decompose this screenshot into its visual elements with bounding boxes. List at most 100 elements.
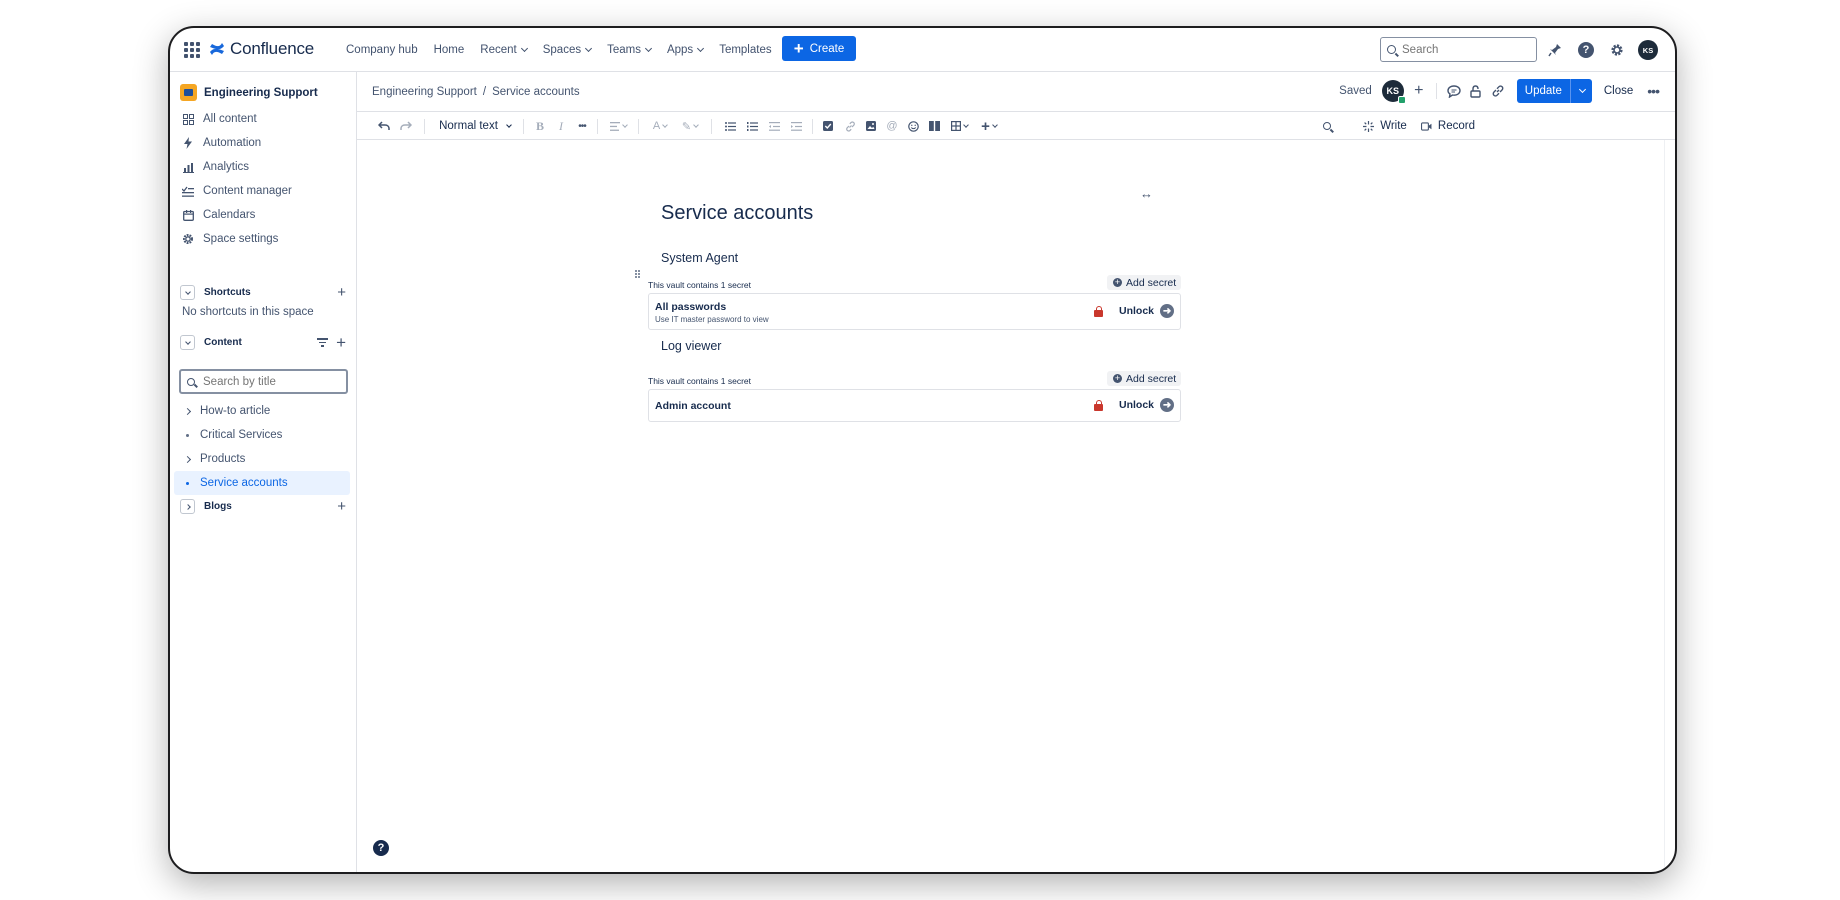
sidebar-item-content-manager[interactable]: Content manager	[182, 185, 292, 197]
help-button[interactable]: ?	[373, 840, 389, 856]
sidebar-item-analytics[interactable]: Analytics	[182, 161, 249, 173]
emoji-icon[interactable]	[906, 118, 920, 134]
sidebar-item-calendars[interactable]: Calendars	[182, 209, 255, 221]
confluence-logo[interactable]: Confluence	[208, 39, 314, 59]
close-button[interactable]: Close	[1604, 85, 1633, 97]
blogs-expand-button[interactable]	[180, 499, 195, 514]
comment-icon[interactable]	[1443, 80, 1465, 102]
expand-chevron-icon[interactable]	[174, 407, 200, 415]
nav-links: Company hub Home Recent Spaces Teams App…	[338, 28, 780, 72]
outdent-icon[interactable]	[767, 118, 781, 134]
nav-recent[interactable]: Recent	[472, 44, 534, 56]
sidebar-item-space-settings[interactable]: Space settings	[182, 233, 278, 245]
text-color-icon[interactable]: A	[649, 118, 671, 134]
filter-icon[interactable]	[317, 338, 329, 347]
add-blog-button[interactable]: +	[337, 499, 346, 514]
search-input[interactable]	[1402, 43, 1522, 56]
user-avatar[interactable]: KS	[1638, 40, 1658, 60]
more-formatting-icon[interactable]: •••	[575, 118, 589, 134]
highlight-icon[interactable]: ✎	[679, 118, 701, 134]
sidebar-item-label: All content	[203, 113, 257, 125]
indent-icon[interactable]	[789, 118, 803, 134]
page-title[interactable]: Service accounts	[661, 202, 813, 225]
toolbar-divider	[638, 119, 639, 134]
bullet-list-icon[interactable]	[723, 118, 737, 134]
update-options-button[interactable]	[1569, 79, 1592, 103]
add-shortcut-button[interactable]: +	[337, 285, 346, 300]
arrow-right-icon: ➜	[1160, 304, 1175, 318]
main-content: Engineering Support / Service accounts S…	[357, 72, 1675, 872]
undo-icon[interactable]	[377, 118, 391, 134]
nav-recent-label: Recent	[480, 44, 517, 56]
nav-teams[interactable]: Teams	[599, 44, 659, 56]
unlock-button[interactable]: Unlock ➜	[1119, 398, 1175, 412]
section-heading-system-agent[interactable]: System Agent	[661, 251, 738, 265]
mention-icon[interactable]: @	[885, 118, 899, 134]
toolbar-divider	[597, 119, 598, 134]
unlock-button[interactable]: Unlock ➜	[1119, 304, 1175, 318]
table-icon[interactable]	[947, 118, 971, 134]
help-icon[interactable]: ?	[1576, 40, 1596, 60]
image-icon[interactable]	[864, 118, 878, 134]
ai-write-button[interactable]: Write	[1363, 118, 1407, 134]
shortcuts-collapse-button[interactable]	[180, 285, 195, 300]
sidebar-item-label: Space settings	[203, 233, 279, 245]
nav-company-hub[interactable]: Company hub	[338, 44, 426, 56]
section-heading-log-viewer[interactable]: Log viewer	[661, 339, 721, 353]
invite-button[interactable]: +	[1408, 80, 1430, 102]
nav-apps[interactable]: Apps	[659, 44, 711, 56]
alignment-icon[interactable]	[607, 118, 629, 134]
italic-icon[interactable]: I	[555, 118, 567, 134]
chevron-down-icon	[644, 44, 653, 53]
editor-canvas[interactable]: ↔ Service accounts System Agent This vau…	[357, 140, 1675, 872]
more-actions-icon[interactable]: •••	[1647, 83, 1660, 99]
breadcrumb-page[interactable]: Service accounts	[492, 86, 580, 98]
content-manager-icon	[182, 185, 194, 197]
page-width-toggle-icon[interactable]: ↔	[1140, 186, 1153, 201]
find-replace-icon[interactable]	[1320, 118, 1334, 134]
layouts-icon[interactable]	[927, 118, 941, 134]
expand-chevron-icon[interactable]	[174, 455, 200, 463]
search-icon	[1387, 45, 1396, 54]
insert-more-icon[interactable]: +	[977, 118, 1001, 135]
space-header[interactable]: Engineering Support	[180, 84, 318, 101]
global-search[interactable]	[1380, 37, 1537, 62]
numbered-list-icon[interactable]	[745, 118, 759, 134]
update-button[interactable]: Update	[1516, 79, 1570, 103]
create-content-button[interactable]: +	[336, 334, 346, 351]
add-secret-button[interactable]: + Add secret	[1107, 275, 1181, 290]
record-button[interactable]: Record	[1421, 118, 1475, 134]
text-style-dropdown[interactable]: Normal text	[439, 118, 512, 134]
nav-spaces[interactable]: Spaces	[535, 44, 599, 56]
sidebar-item-all-content[interactable]: All content	[182, 113, 257, 125]
sidebar-item-automation[interactable]: Automation	[182, 137, 261, 149]
content-search-input[interactable]	[203, 375, 343, 388]
add-secret-button[interactable]: + Add secret	[1107, 371, 1181, 386]
tree-item-service-accounts[interactable]: Service accounts	[174, 471, 350, 495]
copy-link-icon[interactable]	[1487, 80, 1509, 102]
restrictions-lock-icon[interactable]	[1465, 80, 1487, 102]
app-switcher-icon[interactable]	[184, 42, 200, 58]
action-item-icon[interactable]	[821, 118, 835, 134]
tree-item-critical-services[interactable]: Critical Services	[174, 423, 350, 447]
secret-subtitle: Use IT master password to view	[655, 315, 769, 324]
tree-item-how-to-article[interactable]: How-to article	[174, 399, 350, 423]
notifications-icon[interactable]	[1545, 40, 1565, 60]
shortcuts-title: Shortcuts	[204, 287, 251, 298]
toolbar-divider	[711, 119, 712, 134]
bold-icon[interactable]: B	[533, 118, 547, 134]
settings-icon[interactable]	[1607, 40, 1627, 60]
nav-templates[interactable]: Templates	[711, 44, 779, 56]
redo-icon[interactable]	[399, 118, 413, 134]
scrollbar-track[interactable]	[1664, 140, 1665, 872]
create-button[interactable]: + Create	[782, 36, 856, 61]
tree-item-products[interactable]: Products	[174, 447, 350, 471]
content-collapse-button[interactable]	[180, 335, 195, 350]
collaborator-avatar[interactable]: KS	[1381, 80, 1406, 104]
breadcrumb-space[interactable]: Engineering Support	[372, 86, 477, 98]
drag-handle-icon[interactable]	[635, 270, 641, 278]
link-icon[interactable]	[843, 118, 857, 134]
search-icon	[187, 377, 195, 386]
nav-home[interactable]: Home	[426, 44, 473, 56]
content-search[interactable]	[179, 369, 348, 394]
